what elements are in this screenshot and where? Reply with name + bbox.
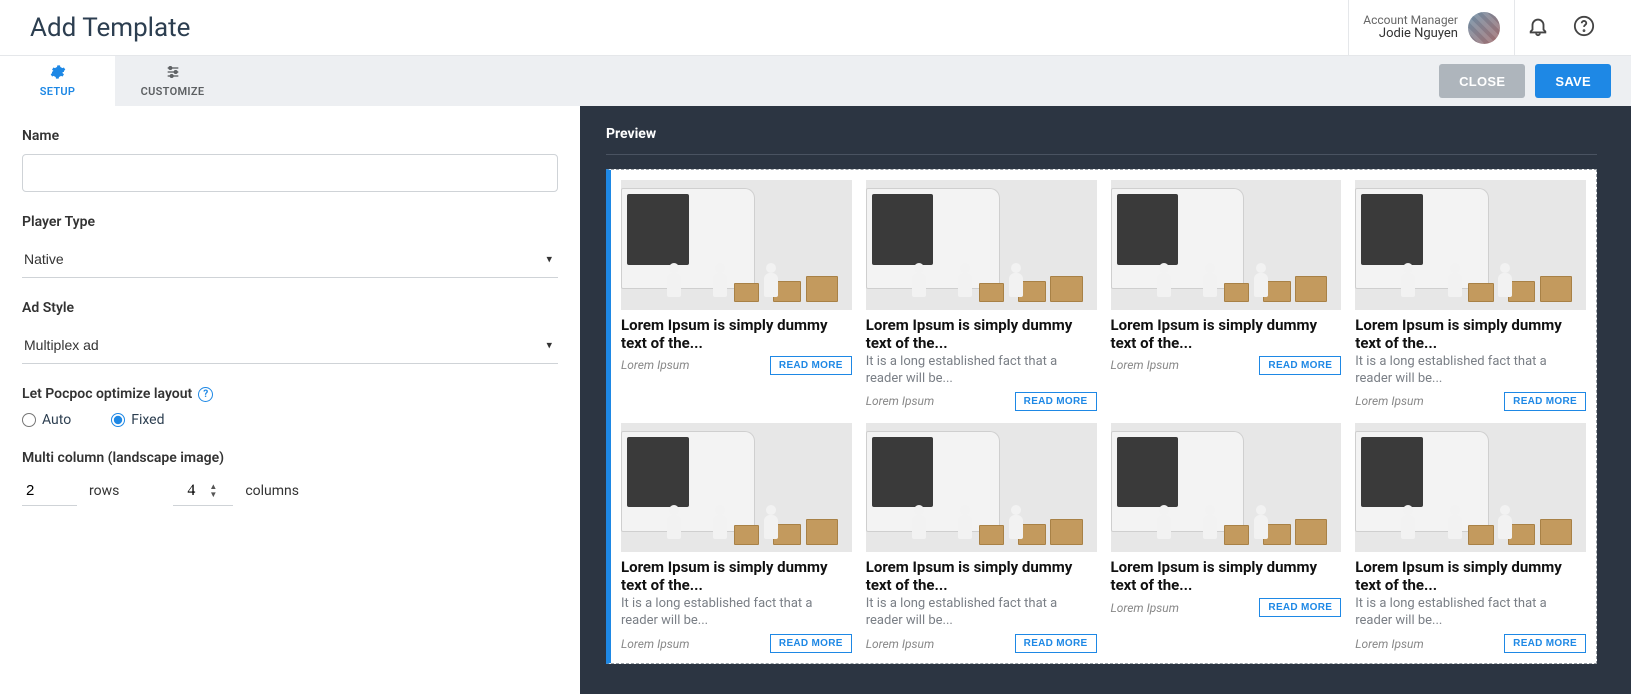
ad-card: Lorem Ipsum is simply dummy text of the.… bbox=[1111, 180, 1342, 411]
layout-radio-auto[interactable]: Auto bbox=[22, 412, 71, 428]
read-more-button[interactable]: READ MORE bbox=[770, 356, 852, 375]
help-icon[interactable]: ? bbox=[198, 387, 213, 402]
bell-icon bbox=[1527, 15, 1549, 41]
ad-thumbnail bbox=[1355, 180, 1586, 310]
ad-thumbnail bbox=[1111, 423, 1342, 553]
columns-caption: columns bbox=[245, 483, 299, 499]
ad-title: Lorem Ipsum is simply dummy text of the.… bbox=[866, 316, 1097, 352]
ad-title: Lorem Ipsum is simply dummy text of the.… bbox=[1111, 558, 1342, 594]
layout-radio-auto-label: Auto bbox=[42, 412, 71, 428]
rows-input[interactable] bbox=[22, 476, 77, 506]
read-more-button[interactable]: READ MORE bbox=[1015, 392, 1097, 411]
rows-caption: rows bbox=[89, 483, 119, 499]
layout-radio-fixed-input[interactable] bbox=[111, 413, 125, 427]
account-name: Jodie Nguyen bbox=[1363, 27, 1458, 41]
help-icon bbox=[1573, 15, 1595, 41]
ad-thumbnail bbox=[1111, 180, 1342, 310]
multi-col-label: Multi column (landscape image) bbox=[22, 450, 558, 466]
ad-source: Lorem Ipsum bbox=[1111, 601, 1179, 615]
ad-description: It is a long established fact that a rea… bbox=[1355, 354, 1586, 388]
layout-radio-fixed[interactable]: Fixed bbox=[111, 412, 164, 428]
preview-title: Preview bbox=[606, 126, 656, 142]
page-title: Add Template bbox=[30, 13, 190, 43]
ad-description: It is a long established fact that a rea… bbox=[866, 354, 1097, 388]
ad-card: Lorem Ipsum is simply dummy text of the.… bbox=[866, 423, 1097, 654]
ad-card: Lorem Ipsum is simply dummy text of the.… bbox=[621, 423, 852, 654]
ad-title: Lorem Ipsum is simply dummy text of the.… bbox=[1355, 558, 1586, 594]
ad-title: Lorem Ipsum is simply dummy text of the.… bbox=[621, 558, 852, 594]
ad-description: It is a long established fact that a rea… bbox=[866, 596, 1097, 630]
ad-source: Lorem Ipsum bbox=[621, 637, 689, 651]
ad-thumbnail bbox=[621, 180, 852, 310]
tab-setup[interactable]: SETUP bbox=[0, 56, 115, 106]
player-type-select[interactable] bbox=[22, 240, 558, 278]
ad-card: Lorem Ipsum is simply dummy text of the.… bbox=[621, 180, 852, 411]
read-more-button[interactable]: READ MORE bbox=[770, 634, 852, 653]
ad-card: Lorem Ipsum is simply dummy text of the.… bbox=[1355, 423, 1586, 654]
ad-title: Lorem Ipsum is simply dummy text of the.… bbox=[866, 558, 1097, 594]
chevron-down-icon[interactable]: ▼ bbox=[209, 491, 217, 499]
ad-title: Lorem Ipsum is simply dummy text of the.… bbox=[1355, 316, 1586, 352]
account-role: Account Manager bbox=[1363, 14, 1458, 27]
save-button[interactable]: SAVE bbox=[1535, 64, 1611, 98]
ad-description: It is a long established fact that a rea… bbox=[1355, 596, 1586, 630]
tab-label: SETUP bbox=[40, 85, 76, 98]
read-more-button[interactable]: READ MORE bbox=[1259, 356, 1341, 375]
read-more-button[interactable]: READ MORE bbox=[1259, 598, 1341, 617]
preview-grid: Lorem Ipsum is simply dummy text of the.… bbox=[606, 169, 1597, 664]
name-label: Name bbox=[22, 128, 558, 144]
layout-label: Let Pocpoc optimize layout bbox=[22, 386, 192, 402]
ad-style-select[interactable] bbox=[22, 326, 558, 364]
notifications-button[interactable] bbox=[1515, 0, 1561, 55]
sliders-icon bbox=[165, 64, 181, 83]
read-more-button[interactable]: READ MORE bbox=[1015, 634, 1097, 653]
ad-source: Lorem Ipsum bbox=[866, 394, 934, 408]
account-block[interactable]: Account Manager Jodie Nguyen bbox=[1348, 0, 1515, 55]
ad-title: Lorem Ipsum is simply dummy text of the.… bbox=[1111, 316, 1342, 352]
ad-thumbnail bbox=[866, 423, 1097, 553]
ad-thumbnail bbox=[1355, 423, 1586, 553]
read-more-button[interactable]: READ MORE bbox=[1504, 392, 1586, 411]
ad-source: Lorem Ipsum bbox=[866, 637, 934, 651]
ad-thumbnail bbox=[621, 423, 852, 553]
ad-card: Lorem Ipsum is simply dummy text of the.… bbox=[866, 180, 1097, 411]
ad-source: Lorem Ipsum bbox=[1355, 637, 1423, 651]
ad-thumbnail bbox=[866, 180, 1097, 310]
ad-card: Lorem Ipsum is simply dummy text of the.… bbox=[1355, 180, 1586, 411]
avatar bbox=[1468, 12, 1500, 44]
close-button[interactable]: CLOSE bbox=[1439, 64, 1525, 98]
read-more-button[interactable]: READ MORE bbox=[1504, 634, 1586, 653]
help-button[interactable] bbox=[1561, 0, 1607, 55]
columns-input[interactable] bbox=[173, 482, 209, 500]
ad-style-label: Ad Style bbox=[22, 300, 558, 316]
player-type-label: Player Type bbox=[22, 214, 558, 230]
ad-description: It is a long established fact that a rea… bbox=[621, 596, 852, 630]
ad-title: Lorem Ipsum is simply dummy text of the.… bbox=[621, 316, 852, 352]
gear-icon bbox=[50, 64, 66, 83]
ad-source: Lorem Ipsum bbox=[621, 358, 689, 372]
ad-source: Lorem Ipsum bbox=[1111, 358, 1179, 372]
layout-radio-fixed-label: Fixed bbox=[131, 412, 164, 428]
ad-source: Lorem Ipsum bbox=[1355, 394, 1423, 408]
ad-card: Lorem Ipsum is simply dummy text of the.… bbox=[1111, 423, 1342, 654]
tab-customize[interactable]: CUSTOMIZE bbox=[115, 56, 230, 106]
tab-label: CUSTOMIZE bbox=[141, 85, 205, 98]
name-input[interactable] bbox=[22, 154, 558, 192]
layout-radio-auto-input[interactable] bbox=[22, 413, 36, 427]
